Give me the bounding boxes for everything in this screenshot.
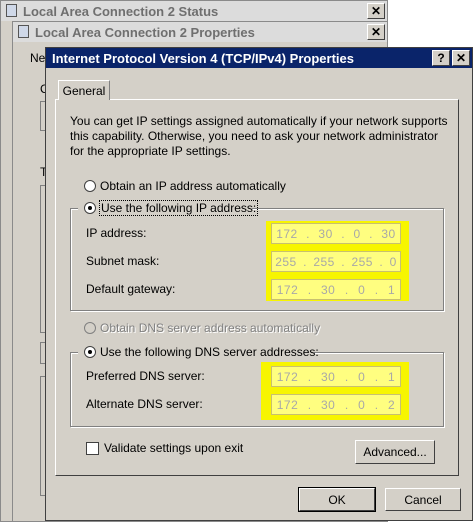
obtain-dns-auto-radio[interactable] [84, 322, 96, 334]
ip-octet-3: 0 [353, 226, 361, 241]
use-following-ip-label[interactable]: Use the following IP address: [98, 200, 259, 216]
default-gateway-label: Default gateway: [86, 282, 176, 296]
gateway-octet-1: 172 [276, 282, 299, 297]
cancel-button[interactable]: Cancel [385, 488, 461, 511]
ip-octet-2: 30 [318, 226, 333, 241]
help-icon[interactable]: ? [432, 50, 450, 66]
adns-octet-2: 30 [321, 397, 336, 412]
obtain-ip-auto-label[interactable]: Obtain an IP address automatically [100, 179, 286, 193]
close-icon[interactable]: ✕ [367, 24, 385, 40]
description-text: You can get IP settings assigned automat… [70, 114, 448, 158]
subnet-mask-label: Subnet mask: [86, 254, 160, 268]
validate-settings-label[interactable]: Validate settings upon exit [104, 441, 243, 455]
pdns-octet-3: 0 [358, 369, 366, 384]
status-window-titlebar[interactable]: Local Area Connection 2 Status ✕ [1, 1, 387, 21]
close-icon[interactable]: ✕ [452, 50, 470, 66]
subnet-mask-field[interactable]: 255. 255. 255. 0 [271, 251, 401, 272]
gateway-octet-2: 30 [321, 282, 336, 297]
use-following-ip-radio[interactable] [84, 202, 96, 214]
network-icon [6, 4, 17, 17]
properties-window-title: Local Area Connection 2 Properties [35, 24, 255, 40]
dialog-title: Internet Protocol Version 4 (TCP/IPv4) P… [52, 50, 354, 66]
advanced-button[interactable]: Advanced... [355, 440, 435, 464]
pdns-octet-4: 1 [388, 369, 396, 384]
adns-octet-3: 0 [358, 397, 366, 412]
ip-address-field[interactable]: 172. 30. 0. 30 [271, 223, 401, 244]
gateway-octet-4: 1 [388, 282, 396, 297]
pdns-octet-2: 30 [321, 369, 336, 384]
tab-general[interactable]: General [58, 80, 110, 100]
ip-octet-1: 172 [276, 226, 298, 241]
mask-octet-2: 255 [313, 254, 335, 269]
use-following-dns-label[interactable]: Use the following DNS server addresses: [100, 345, 319, 359]
adns-octet-4: 2 [388, 397, 396, 412]
obtain-dns-auto-label[interactable]: Obtain DNS server address automatically [100, 321, 320, 335]
preferred-dns-label: Preferred DNS server: [86, 369, 205, 383]
gateway-octet-3: 0 [358, 282, 366, 297]
ip-address-label: IP address: [86, 226, 147, 240]
close-icon[interactable]: ✕ [367, 3, 385, 19]
properties-fragment-ne: Ne [30, 51, 46, 65]
network-icon [18, 25, 29, 38]
dialog-titlebar[interactable]: Internet Protocol Version 4 (TCP/IPv4) P… [46, 48, 472, 68]
mask-octet-3: 255 [351, 254, 373, 269]
mask-octet-4: 0 [389, 254, 397, 269]
ip-octet-4: 30 [381, 226, 396, 241]
alternate-dns-field[interactable]: 172. 30. 0. 2 [271, 394, 401, 415]
obtain-ip-auto-radio[interactable] [84, 180, 96, 192]
adns-octet-1: 172 [276, 397, 299, 412]
validate-settings-checkbox[interactable] [86, 442, 99, 455]
use-following-dns-radio[interactable] [84, 346, 96, 358]
alternate-dns-label: Alternate DNS server: [86, 397, 203, 411]
properties-window-titlebar[interactable]: Local Area Connection 2 Properties ✕ [13, 22, 387, 42]
default-gateway-field[interactable]: 172. 30. 0. 1 [271, 279, 401, 300]
ok-button[interactable]: OK [298, 487, 376, 512]
mask-octet-1: 255 [275, 254, 297, 269]
preferred-dns-field[interactable]: 172. 30. 0. 1 [271, 366, 401, 387]
status-window-title: Local Area Connection 2 Status [23, 3, 219, 19]
pdns-octet-1: 172 [276, 369, 299, 384]
